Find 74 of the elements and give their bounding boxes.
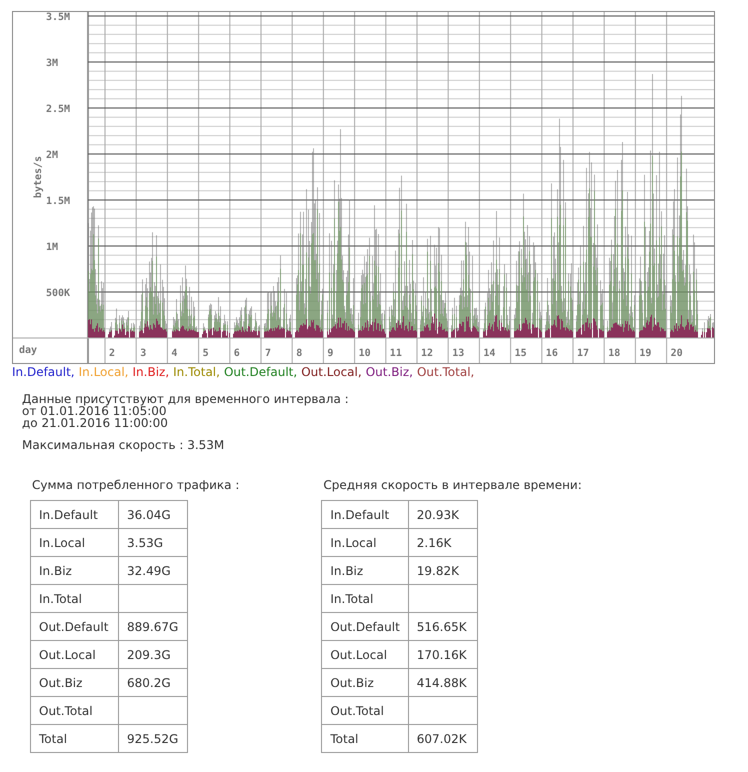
table-cell: Total — [322, 724, 408, 752]
axis-label: 4 — [171, 348, 178, 359]
table-cell: Out.Local — [30, 640, 118, 668]
axis-label: 13 — [452, 348, 464, 359]
interval-text: Данные присутствуют для временного интервала : — [22, 393, 350, 405]
axis-label: 2 — [109, 348, 116, 359]
table-cell: 20.93K — [408, 500, 478, 528]
max-speed-text: Максимальная скорость : 3.53M — [22, 438, 226, 452]
table-cell: 680.2G — [118, 668, 188, 696]
axis-label: 3 — [140, 348, 146, 359]
table-title: Средняя скорость в интервале времени: — [322, 478, 582, 492]
table-cell: Out.Total — [322, 696, 408, 724]
axis-label: 15 — [514, 348, 527, 359]
axis-label: 3.5M — [46, 12, 70, 23]
axis-label: 500K — [46, 288, 70, 299]
axis-label: 2M — [46, 150, 58, 161]
table-cell: In.Biz — [30, 556, 118, 584]
axis-label: 1M — [46, 242, 58, 253]
table-cell: Out.Local — [322, 640, 408, 668]
axis-label: 5 — [202, 348, 209, 359]
axis-label: 19 — [639, 348, 652, 359]
axis-label: 7 — [265, 348, 272, 359]
table-cell: In.Default — [322, 500, 408, 528]
axis-title: day — [19, 345, 38, 356]
table-cell: 607.02K — [408, 724, 478, 752]
legend-item: In.Biz, — [132, 365, 170, 379]
interval-text: от 01.01.2016 11:05:00 — [22, 405, 168, 417]
table-cell: In.Local — [30, 528, 118, 556]
axis-label: 11 — [390, 348, 402, 359]
table-cell: Total — [30, 724, 118, 752]
axis-label: 1.5M — [46, 196, 70, 207]
axis-label: 9 — [327, 348, 334, 359]
table-cell: 2.16K — [408, 528, 478, 556]
axis-label: 17 — [577, 348, 590, 359]
legend-item: Out.Biz, — [366, 365, 413, 379]
table-cell: In.Biz — [322, 556, 408, 584]
table-cell: 889.67G — [118, 612, 188, 640]
table-cell: Out.Default — [30, 612, 118, 640]
table-cell: In.Local — [322, 528, 408, 556]
table-cell: 516.65K — [408, 612, 478, 640]
table-cell: Out.Biz — [322, 668, 408, 696]
table-cell: 3.53G — [118, 528, 188, 556]
axis-title: bytes/s — [33, 156, 44, 198]
table-cell: 414.88K — [408, 668, 478, 696]
legend-item: In.Local, — [78, 365, 128, 379]
axis-label: 14 — [483, 348, 496, 359]
table-cell: 170.16K — [408, 640, 478, 668]
table-cell: Out.Total — [30, 696, 118, 724]
legend-item: Out.Default, — [224, 365, 298, 379]
table-cell: Out.Biz — [30, 668, 118, 696]
axis-label: 12 — [421, 348, 434, 359]
axis-label: 10 — [358, 348, 371, 359]
axis-label: 16 — [546, 348, 558, 359]
table-cell: Out.Default — [322, 612, 408, 640]
axis-label: 18 — [608, 348, 620, 359]
table-cell: 32.49G — [118, 556, 188, 584]
table-cell: In.Total — [30, 584, 118, 612]
legend-item: In.Default, — [12, 365, 75, 379]
table-cell: 36.04G — [118, 500, 188, 528]
axis-label: 2.5M — [46, 104, 70, 115]
table-title: Сумма потребленного трафика : — [31, 478, 240, 492]
interval-text: до 21.01.2016 11:00:00 — [22, 417, 169, 429]
axis-label: 20 — [670, 348, 683, 359]
legend-item: In.Total, — [173, 365, 220, 379]
legend-item: Out.Local, — [301, 365, 362, 379]
legend-item: Out.Total, — [416, 365, 474, 379]
table-cell: 925.52G — [118, 724, 188, 752]
table-cell: 209.3G — [118, 640, 188, 668]
table-cell: In.Total — [322, 584, 408, 612]
table-cell: 19.82K — [408, 556, 478, 584]
table-cell: In.Default — [30, 500, 118, 528]
axis-label: 3M — [46, 58, 58, 69]
axis-label: 6 — [234, 348, 240, 359]
axis-label: 8 — [296, 348, 302, 359]
